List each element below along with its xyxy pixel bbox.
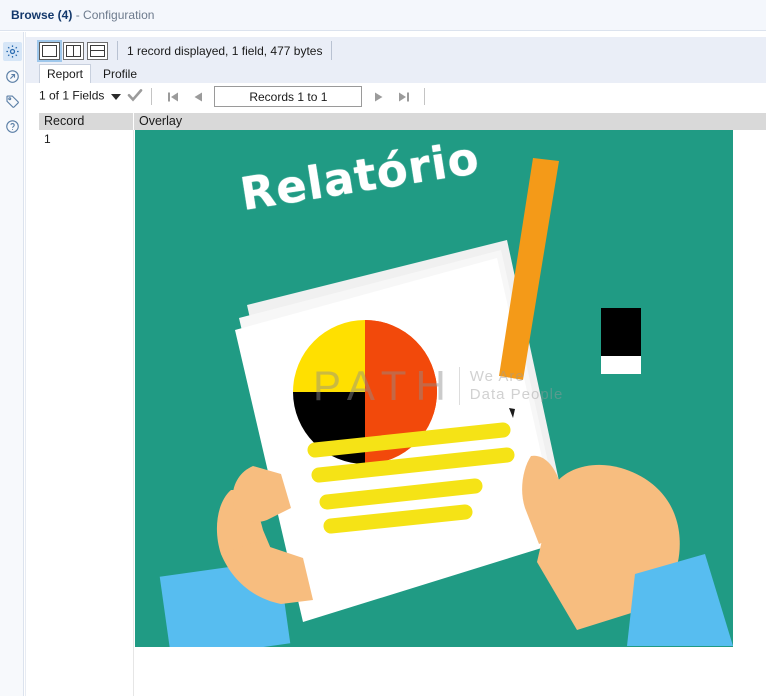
record-navigation-bar: 1 of 1 Fields Records 1 to 1 bbox=[26, 83, 766, 110]
chevron-down-icon[interactable] bbox=[111, 93, 122, 100]
browse-panel: 1 record displayed, 1 field, 477 bytes R… bbox=[25, 32, 766, 696]
rail-item-export[interactable] bbox=[3, 67, 22, 86]
left-icon-rail bbox=[0, 32, 24, 696]
toolbar-divider-2 bbox=[331, 41, 333, 60]
tab-report[interactable]: Report bbox=[39, 64, 92, 83]
tab-strip: Report Profile bbox=[26, 64, 766, 83]
illustration-svg bbox=[135, 130, 733, 647]
record-status-text: 1 record displayed, 1 field, 477 bytes bbox=[127, 43, 323, 58]
help-icon bbox=[5, 119, 20, 134]
previous-record-button[interactable] bbox=[189, 88, 206, 105]
window-title-bar: Browse (4) - Configuration bbox=[0, 0, 766, 31]
gear-icon bbox=[5, 44, 20, 59]
nav-divider-1 bbox=[151, 88, 153, 105]
next-record-button[interactable] bbox=[370, 88, 387, 105]
tab-profile[interactable]: Profile bbox=[96, 65, 144, 83]
records-range-field[interactable]: Records 1 to 1 bbox=[214, 86, 363, 107]
last-record-button[interactable] bbox=[395, 88, 412, 105]
eraser bbox=[601, 308, 641, 374]
cell-record-number[interactable]: 1 bbox=[39, 130, 134, 696]
first-record-button[interactable] bbox=[164, 88, 181, 105]
rail-item-configuration[interactable] bbox=[3, 42, 22, 61]
rail-item-annotation[interactable] bbox=[3, 92, 22, 111]
column-header-record[interactable]: Record bbox=[39, 113, 134, 130]
browse-toolbar: 1 record displayed, 1 field, 477 bytes bbox=[26, 37, 766, 64]
layout-vertical-split-button[interactable] bbox=[63, 41, 84, 60]
field-selector[interactable]: 1 of 1 Fields bbox=[39, 88, 143, 105]
export-icon bbox=[5, 69, 20, 84]
layout-horizontal-split-button[interactable] bbox=[87, 41, 108, 60]
toolbar-divider-1 bbox=[117, 41, 118, 60]
check-icon[interactable] bbox=[127, 88, 143, 105]
layout-button-group bbox=[37, 39, 108, 62]
window-title-sub: - Configuration bbox=[75, 8, 155, 22]
nav-divider-2 bbox=[424, 88, 426, 105]
report-illustration: Relatório PATH We Are Data People bbox=[135, 130, 733, 647]
window-title: Browse (4) - Configuration bbox=[11, 8, 154, 22]
browse-tool-window: Browse (4) - Configuration 1 record disp… bbox=[0, 0, 766, 696]
layout-single-button[interactable] bbox=[37, 39, 62, 62]
window-title-main: Browse (4) bbox=[11, 8, 73, 22]
grid-header-row: Record Overlay bbox=[39, 113, 766, 130]
cell-overlay-image[interactable]: Relatório PATH We Are Data People bbox=[135, 130, 733, 647]
grid-body: 1 Relatório PATH We Are Data People bbox=[39, 130, 766, 696]
tag-icon bbox=[5, 94, 20, 109]
column-header-overlay[interactable]: Overlay bbox=[134, 113, 766, 130]
rail-item-help[interactable] bbox=[3, 117, 22, 136]
field-selector-label: 1 of 1 Fields bbox=[39, 88, 105, 103]
